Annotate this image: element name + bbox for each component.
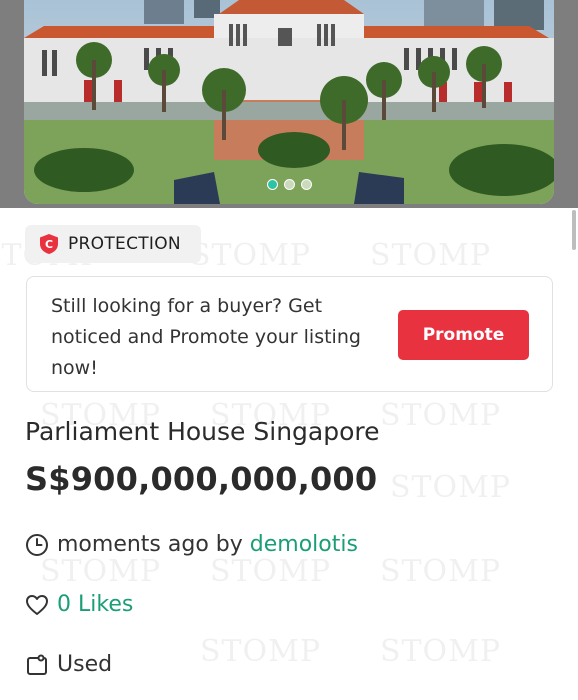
- promote-message: Still looking for a buyer? Get noticed a…: [51, 295, 361, 379]
- listing-photo[interactable]: [24, 0, 554, 204]
- parliament-house-image: [24, 0, 554, 204]
- likes-row[interactable]: 0 Likes: [25, 592, 133, 617]
- clock-icon: [26, 533, 48, 556]
- watermark-text: STOMP: [370, 238, 492, 273]
- carousel-dot-2[interactable]: [283, 179, 295, 190]
- protection-badge[interactable]: C PROTECTION: [25, 225, 201, 263]
- watermark-text: STOMP: [190, 238, 312, 273]
- scrollbar-thumb[interactable]: [572, 210, 576, 250]
- tag-icon: [27, 654, 47, 675]
- watermark-text: STOMP: [380, 554, 502, 589]
- svg-text:C: C: [45, 238, 53, 251]
- gallery-backdrop: [0, 0, 578, 208]
- watermark-text: STOMP: [200, 634, 322, 669]
- likes-count: 0 Likes: [57, 592, 134, 617]
- watermark-text: STOMP: [210, 554, 332, 589]
- seller-link[interactable]: demolotis: [250, 532, 358, 557]
- posted-time: moments ago by: [57, 532, 250, 557]
- posted-info: moments ago by demolotis: [25, 532, 358, 557]
- listing-title: Parliament House Singapore: [25, 417, 380, 446]
- heart-icon: [26, 594, 48, 615]
- promote-button[interactable]: Promote: [398, 310, 529, 360]
- listing-price: S$900,000,000,000: [25, 460, 378, 498]
- condition-label: Used: [57, 652, 113, 677]
- watermark-text: STOMP: [380, 634, 502, 669]
- carousel-dot-3[interactable]: [300, 179, 312, 190]
- watermark-text: STOMP: [40, 554, 162, 589]
- watermark-text: STOMP: [380, 398, 502, 433]
- watermark-text: STOMP: [390, 470, 512, 505]
- carousel-dot-1[interactable]: [266, 179, 278, 190]
- condition-row: Used: [25, 652, 112, 677]
- shield-c-icon: C: [40, 234, 58, 254]
- carousel-dots: [24, 179, 554, 190]
- protection-label: PROTECTION: [68, 234, 181, 254]
- promote-card: Still looking for a buyer? Get noticed a…: [26, 276, 553, 392]
